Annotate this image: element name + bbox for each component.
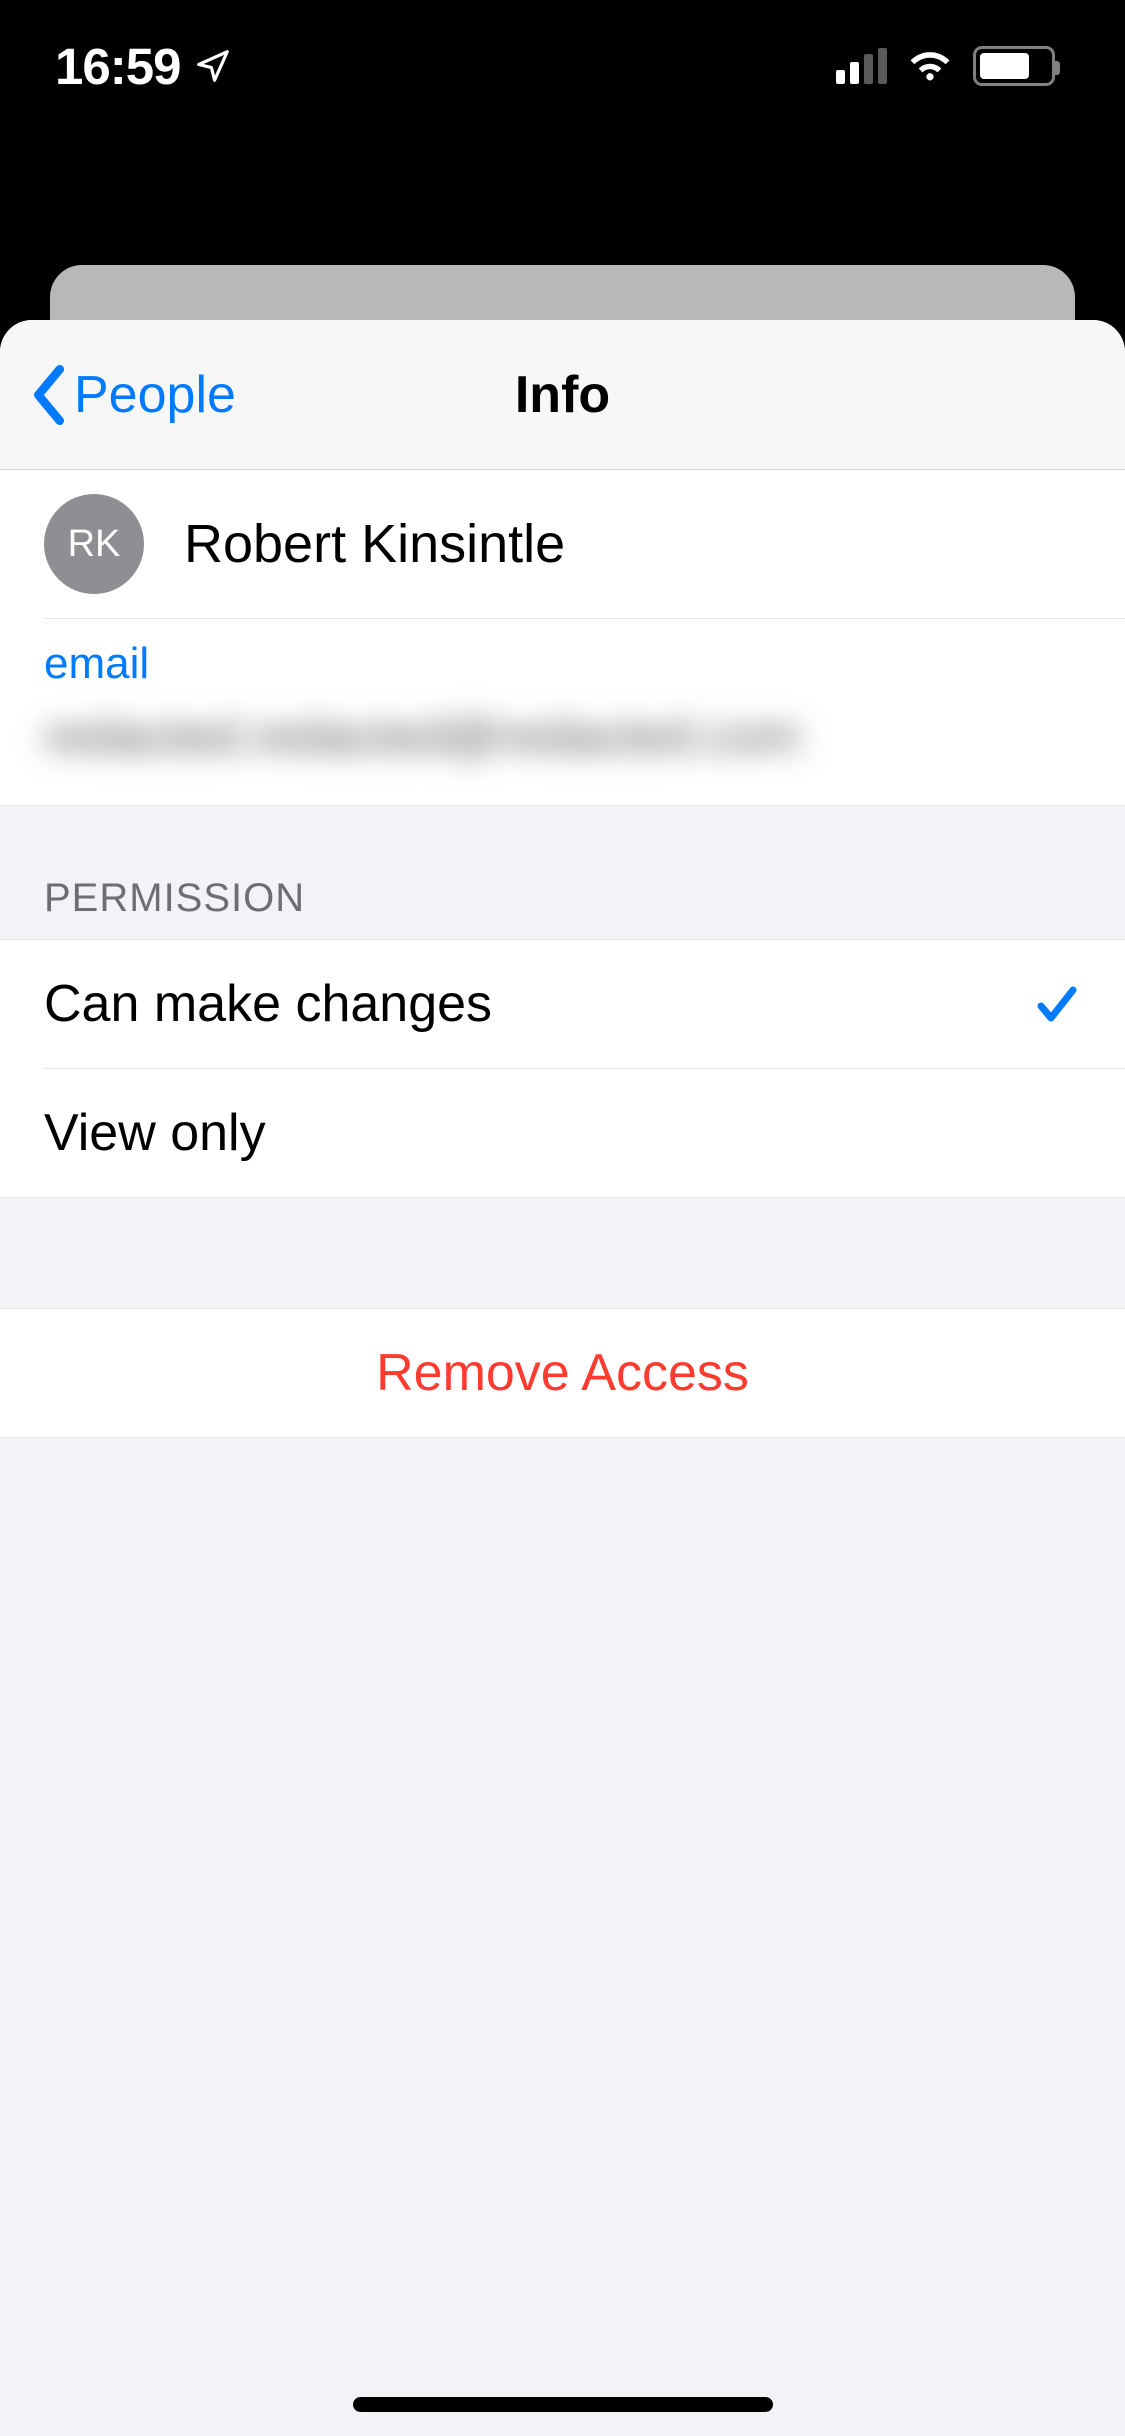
permission-header: Permission (0, 806, 1125, 939)
avatar-initials: RK (68, 523, 121, 566)
remove-access-button[interactable]: Remove Access (0, 1308, 1125, 1438)
permission-option-can-make-changes[interactable]: Can make changes (0, 940, 1125, 1068)
checkmark-icon (1033, 980, 1081, 1028)
contact-name: Robert Kinsintle (184, 513, 565, 575)
cellular-signal-icon (836, 48, 887, 84)
status-right (836, 46, 1055, 86)
status-time: 16:59 (55, 37, 180, 96)
home-indicator[interactable] (353, 2397, 773, 2412)
info-sheet: People Info RK Robert Kinsintle email re… (0, 320, 1125, 2436)
back-button[interactable]: People (30, 365, 236, 425)
contact-row: RK Robert Kinsintle (0, 470, 1125, 618)
email-block[interactable]: email redacted.redacted@redacted.com (0, 619, 1125, 805)
page-title: Info (515, 365, 610, 425)
battery-icon (973, 46, 1055, 86)
back-label: People (74, 365, 236, 425)
email-value: redacted.redacted@redacted.com (44, 707, 1081, 765)
email-label: email (44, 639, 1081, 689)
chevron-left-icon (30, 365, 68, 425)
wifi-icon (905, 46, 955, 86)
contact-section: RK Robert Kinsintle email redacted.redac… (0, 470, 1125, 806)
device-frame: 16:59 (0, 0, 1125, 2436)
nav-bar: People Info (0, 320, 1125, 470)
location-icon (194, 47, 232, 85)
permission-option-view-only[interactable]: View only (0, 1069, 1125, 1197)
remove-access-label: Remove Access (376, 1344, 749, 1402)
status-left: 16:59 (55, 37, 232, 96)
permission-option-label: Can make changes (44, 974, 492, 1034)
remove-access-section: Remove Access (0, 1308, 1125, 1438)
permission-option-label: View only (44, 1103, 266, 1163)
avatar: RK (44, 494, 144, 594)
status-bar: 16:59 (0, 0, 1125, 132)
permission-section: Can make changes View only (0, 939, 1125, 1198)
